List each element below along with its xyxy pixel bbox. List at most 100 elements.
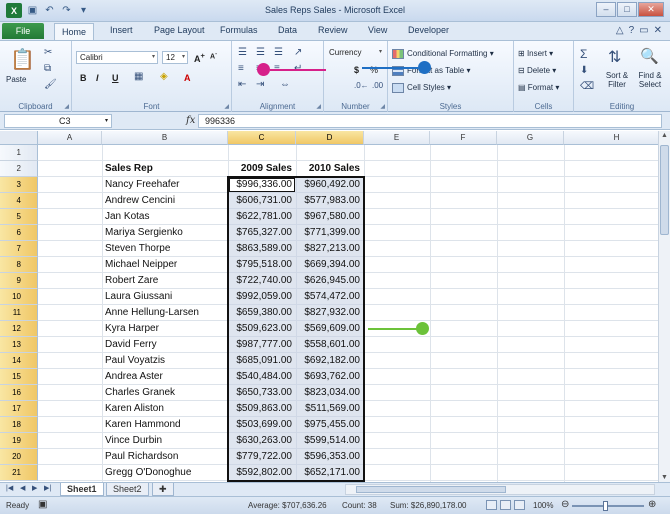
row-header-8[interactable]: 8 <box>0 257 38 273</box>
cell-2010-sales[interactable]: $569,609.00 <box>299 321 362 337</box>
cell-2009-sales[interactable]: $606,731.00 <box>231 193 294 209</box>
copy-icon[interactable]: ⧉ <box>44 63 51 74</box>
column-header-f[interactable]: F <box>430 131 497 145</box>
header-sales-rep[interactable]: Sales Rep <box>105 161 226 177</box>
column-header-h[interactable]: H <box>564 131 670 145</box>
row-header-7[interactable]: 7 <box>0 241 38 257</box>
maximize-button[interactable]: □ <box>617 2 637 17</box>
row-header-14[interactable]: 14 <box>0 353 38 369</box>
clipboard-launcher-icon[interactable]: ◢ <box>64 103 69 110</box>
page-break-view-icon[interactable] <box>514 500 525 510</box>
sheet-tab-sheet1[interactable]: Sheet1 <box>60 483 104 496</box>
insert-cells-button[interactable]: ⊞ Insert ▾ <box>518 49 553 58</box>
cell-2010-sales[interactable]: $596,353.00 <box>299 449 362 465</box>
zoom-level[interactable]: 100% <box>533 501 553 510</box>
restore-window-icon[interactable]: ▭ <box>639 25 648 36</box>
clear-icon[interactable]: ⌫ <box>580 81 594 92</box>
close-button[interactable]: ✕ <box>638 2 664 17</box>
cell-2010-sales[interactable]: $511,569.00 <box>299 401 362 417</box>
cell-2010-sales[interactable]: $827,932.00 <box>299 305 362 321</box>
shrink-font-icon[interactable]: A- <box>210 51 217 60</box>
row-header-17[interactable]: 17 <box>0 401 38 417</box>
cell-2009-sales[interactable]: $503,699.00 <box>231 417 294 433</box>
row-header-19[interactable]: 19 <box>0 433 38 449</box>
horizontal-scroll-thumb[interactable] <box>356 486 506 493</box>
cell-2010-sales[interactable]: $960,492.00 <box>299 177 362 193</box>
tab-data[interactable]: Data <box>278 25 297 35</box>
tab-review[interactable]: Review <box>318 25 348 35</box>
tab-home[interactable]: Home <box>54 23 95 40</box>
bold-button[interactable]: B <box>80 73 87 83</box>
cell-sales-rep[interactable]: Anne Hellung-Larsen <box>105 305 226 321</box>
row-header-16[interactable]: 16 <box>0 385 38 401</box>
cell-sales-rep[interactable]: Karen Hammond <box>105 417 226 433</box>
cell-sales-rep[interactable]: Andrea Aster <box>105 369 226 385</box>
grow-font-icon[interactable]: A+ <box>194 51 205 64</box>
cell-2010-sales[interactable]: $558,601.00 <box>299 337 362 353</box>
zoom-in-icon[interactable]: ⊕ <box>648 499 656 510</box>
cell-2009-sales[interactable]: $987,777.00 <box>231 337 294 353</box>
find-select-icon[interactable]: 🔍 <box>640 47 659 65</box>
cell-sales-rep[interactable]: Paul Richardson <box>105 449 226 465</box>
cell-2009-sales[interactable]: $509,623.00 <box>231 321 294 337</box>
sort-filter-button[interactable]: Sort & Filter <box>602 71 632 89</box>
column-header-c[interactable]: C <box>228 131 296 145</box>
column-header-g[interactable]: G <box>497 131 564 145</box>
cell-2010-sales[interactable]: $771,399.00 <box>299 225 362 241</box>
number-launcher-icon[interactable]: ◢ <box>380 103 385 110</box>
cell-sales-rep[interactable]: Nancy Freehafer <box>105 177 226 193</box>
cell-2010-sales[interactable]: $574,472.00 <box>299 289 362 305</box>
row-header-12[interactable]: 12 <box>0 321 38 337</box>
tab-page-layout[interactable]: Page Layout <box>154 25 205 35</box>
cell-sales-rep[interactable]: Jan Kotas <box>105 209 226 225</box>
cell-2009-sales[interactable]: $765,327.00 <box>231 225 294 241</box>
row-header-3[interactable]: 3 <box>0 177 38 193</box>
column-header-b[interactable]: B <box>102 131 228 145</box>
minimize-button[interactable]: – <box>596 2 616 17</box>
paste-button[interactable]: Paste <box>6 75 26 84</box>
scroll-up-icon[interactable]: ▲ <box>659 132 670 139</box>
name-box[interactable]: C3 ▾ <box>4 114 112 128</box>
cell-sales-rep[interactable]: Laura Giussani <box>105 289 226 305</box>
row-header-15[interactable]: 15 <box>0 369 38 385</box>
cell-2010-sales[interactable]: $669,394.00 <box>299 257 362 273</box>
cell-sales-rep[interactable]: David Ferry <box>105 337 226 353</box>
cell-2010-sales[interactable]: $975,455.00 <box>299 417 362 433</box>
fill-icon[interactable]: ⬇ <box>580 65 588 76</box>
row-header-21[interactable]: 21 <box>0 465 38 481</box>
decrease-decimal-icon[interactable]: .00 <box>372 81 383 90</box>
cell-2010-sales[interactable]: $823,034.00 <box>299 385 362 401</box>
row-header-18[interactable]: 18 <box>0 417 38 433</box>
cell-sales-rep[interactable]: Vince Durbin <box>105 433 226 449</box>
cell-2009-sales[interactable]: $722,740.00 <box>231 273 294 289</box>
cell-sales-rep[interactable]: Mariya Sergienko <box>105 225 226 241</box>
insert-function-button[interactable]: fx <box>186 115 195 126</box>
macro-record-icon[interactable]: ▣ <box>38 499 47 510</box>
cell-sales-rep[interactable]: Karen Aliston <box>105 401 226 417</box>
zoom-out-icon[interactable]: ⊖ <box>561 499 569 510</box>
cell-2009-sales[interactable]: $685,091.00 <box>231 353 294 369</box>
font-color-icon[interactable]: A <box>184 73 191 83</box>
cell-sales-rep[interactable]: Kyra Harper <box>105 321 226 337</box>
cell-2010-sales[interactable]: $599,514.00 <box>299 433 362 449</box>
normal-view-icon[interactable] <box>486 500 497 510</box>
row-header-11[interactable]: 11 <box>0 305 38 321</box>
underline-button[interactable]: U <box>112 73 119 83</box>
font-launcher-icon[interactable]: ◢ <box>224 103 229 110</box>
insert-sheet-icon[interactable]: ✚ <box>152 483 174 496</box>
cell-2009-sales[interactable]: $779,722.00 <box>231 449 294 465</box>
increase-decimal-icon[interactable]: .0← <box>354 81 369 90</box>
orientation-icon[interactable]: ↗ <box>294 47 302 58</box>
cell-2009-sales[interactable]: $622,781.00 <box>231 209 294 225</box>
tab-file[interactable]: File <box>2 23 44 39</box>
font-name-combo[interactable]: Calibri ▾ <box>76 51 158 64</box>
autosum-icon[interactable]: Σ <box>580 47 587 61</box>
row-header-1[interactable]: 1 <box>0 145 38 161</box>
cut-icon[interactable]: ✂ <box>44 47 52 58</box>
row-header-6[interactable]: 6 <box>0 225 38 241</box>
fill-color-icon[interactable]: ◈ <box>160 71 168 82</box>
delete-cells-button[interactable]: ⊟ Delete ▾ <box>518 66 556 75</box>
row-header-5[interactable]: 5 <box>0 209 38 225</box>
cell-2009-sales[interactable]: $592,802.00 <box>231 465 294 481</box>
paste-icon[interactable]: 📋 <box>10 47 35 72</box>
